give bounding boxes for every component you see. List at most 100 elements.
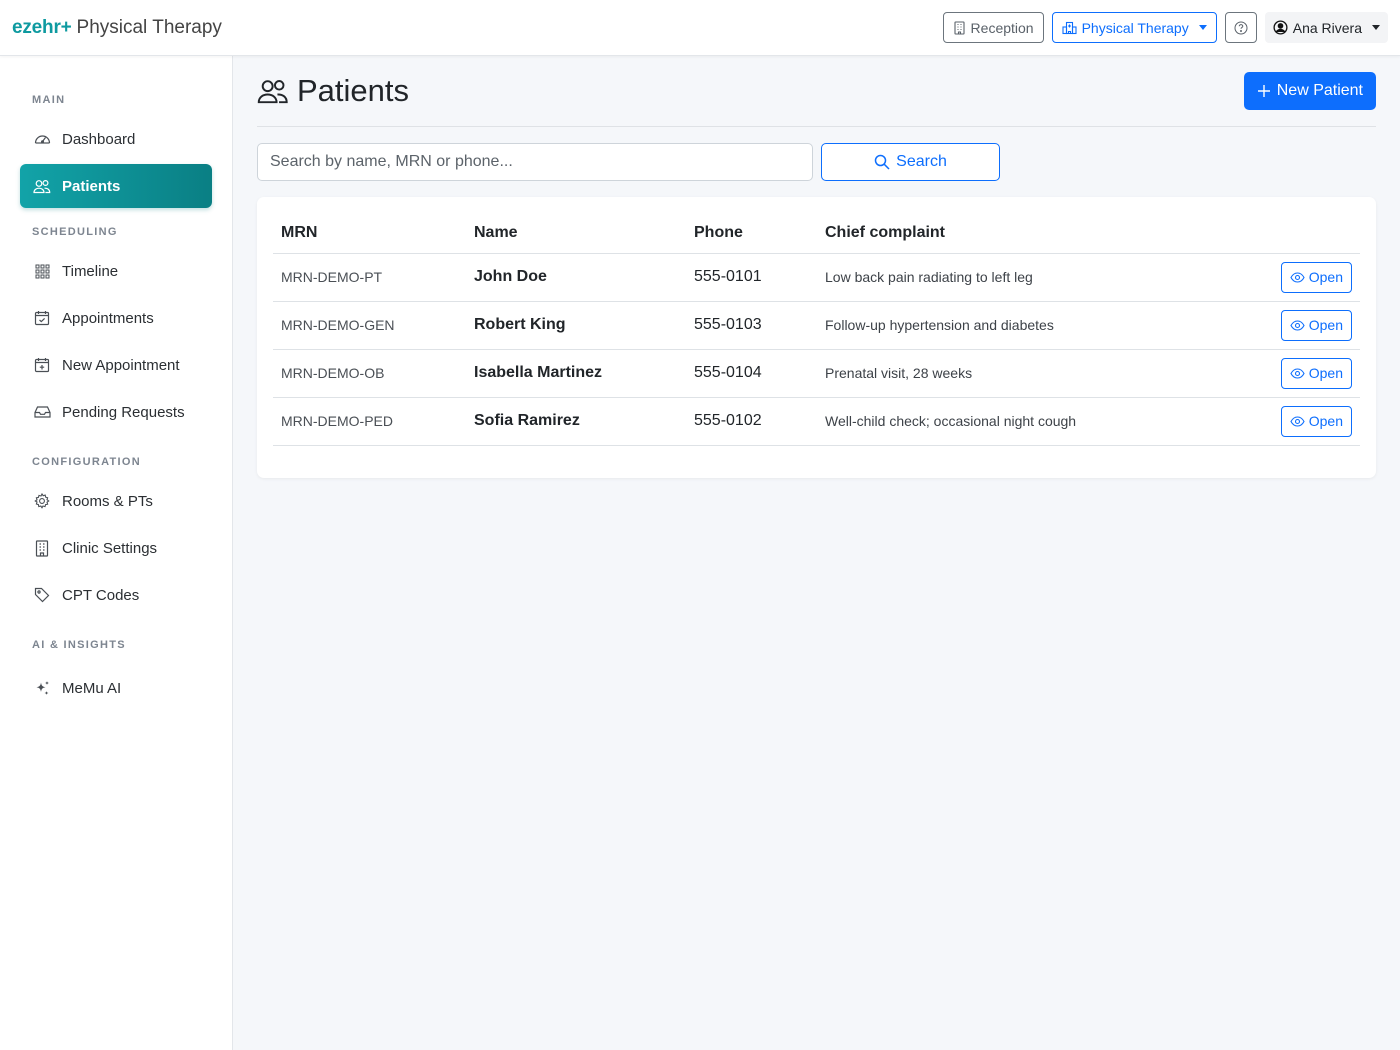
cell-mrn: MRN-DEMO-OB <box>273 349 466 398</box>
eye-icon <box>1290 319 1305 331</box>
sidebar-item-label: Timeline <box>62 262 119 280</box>
eye-icon <box>1290 271 1305 283</box>
open-patient-button[interactable]: Open <box>1280 261 1352 293</box>
cell-mrn: MRN-DEMO-PT <box>273 253 466 302</box>
table-row: MRN-DEMO-PED Sofia Ramirez 555-0102 Well… <box>273 397 1360 446</box>
patients-card: MRN Name Phone Chief complaint MRN-DEMO-… <box>257 197 1376 478</box>
sidebar-item-label: Clinic Settings <box>62 539 158 557</box>
cell-phone: 555-0102 <box>686 397 817 446</box>
column-header-phone: Phone <box>686 213 817 254</box>
cell-mrn: MRN-DEMO-PED <box>273 397 466 446</box>
reception-label: Reception <box>970 19 1034 36</box>
hospital-icon <box>1062 21 1077 34</box>
sidebar-item-cpt-codes[interactable]: CPT Codes <box>20 573 212 617</box>
clinic-dropdown[interactable]: Physical Therapy <box>1051 12 1217 43</box>
top-actions: Reception Physical Therapy Ana Rivera <box>942 12 1388 43</box>
table-row: MRN-DEMO-GEN Robert King 555-0103 Follow… <box>273 301 1360 350</box>
tag-icon <box>33 586 51 604</box>
cell-name: Isabella Martinez <box>466 349 686 398</box>
sidebar-item-rooms[interactable]: Rooms & PTs <box>20 479 212 523</box>
building-icon <box>953 20 965 35</box>
speedometer-icon <box>33 130 51 148</box>
table-row: MRN-DEMO-PT John Doe 555-0101 Low back p… <box>273 253 1360 302</box>
sidebar-item-appointments[interactable]: Appointments <box>20 296 212 340</box>
people-icon <box>257 79 288 103</box>
search-row: Search <box>257 143 1376 181</box>
sidebar-item-patients[interactable]: Patients <box>20 164 212 208</box>
page-header: Patients New Patient <box>257 56 1376 127</box>
person-circle-icon <box>1273 20 1288 35</box>
open-patient-button[interactable]: Open <box>1280 405 1352 437</box>
sidebar-item-pending-requests[interactable]: Pending Requests <box>20 390 212 434</box>
people-icon <box>33 177 51 195</box>
chevron-down-icon <box>1198 25 1207 30</box>
open-patient-button[interactable]: Open <box>1280 309 1352 341</box>
sidebar-item-timeline[interactable]: Timeline <box>20 249 212 293</box>
cell-chief-complaint: Follow-up hypertension and diabetes <box>817 301 1270 350</box>
calendar-check-icon <box>33 309 51 327</box>
question-circle-icon <box>1234 21 1248 34</box>
brand-logo: ezehr+ <box>12 16 72 38</box>
cell-actions: Open <box>1270 301 1360 350</box>
gear-icon <box>33 492 51 510</box>
cell-chief-complaint: Well-child check; occasional night cough <box>817 397 1270 446</box>
cell-chief-complaint: Low back pain radiating to left leg <box>817 253 1270 302</box>
sidebar: MAIN Dashboard Patients SCHEDULING Timel… <box>0 56 233 1050</box>
table-header-row: MRN Name Phone Chief complaint <box>273 213 1360 254</box>
cell-name: Sofia Ramirez <box>466 397 686 446</box>
chevron-down-icon <box>1372 25 1380 30</box>
sidebar-item-label: Dashboard <box>62 130 136 148</box>
search-input[interactable] <box>257 143 813 181</box>
sparkles-icon <box>33 679 51 697</box>
column-header-name: Name <box>466 213 686 254</box>
grid-icon <box>33 262 51 280</box>
search-button[interactable]: Search <box>821 143 1000 181</box>
sidebar-item-clinic-settings[interactable]: Clinic Settings <box>20 526 212 570</box>
sidebar-section-main: MAIN <box>32 94 66 106</box>
cell-name: Robert King <box>466 301 686 350</box>
main-content: Patients New Patient Search MRN Name Pho… <box>257 56 1376 478</box>
search-button-label: Search <box>896 153 947 170</box>
sidebar-item-label: Patients <box>62 177 121 195</box>
table-row: MRN-DEMO-OB Isabella Martinez 555-0104 P… <box>273 349 1360 398</box>
cell-actions: Open <box>1270 253 1360 302</box>
sidebar-item-new-appointment[interactable]: New Appointment <box>20 343 212 387</box>
cell-phone: 555-0101 <box>686 253 817 302</box>
calendar-plus-icon <box>33 356 51 374</box>
sidebar-section-scheduling: SCHEDULING <box>32 226 118 238</box>
sidebar-section-ai: AI & INSIGHTS <box>32 639 126 651</box>
sidebar-item-memu-ai[interactable]: MeMu AI <box>20 666 212 710</box>
sidebar-item-label: Appointments <box>62 309 154 327</box>
clinic-label: Physical Therapy <box>1081 19 1189 36</box>
user-name: Ana Rivera <box>1292 19 1362 36</box>
brand[interactable]: ezehr+ Physical Therapy <box>12 17 222 39</box>
search-icon <box>874 154 890 170</box>
open-label: Open <box>1308 317 1343 333</box>
cell-actions: Open <box>1270 397 1360 446</box>
help-button[interactable] <box>1224 12 1257 43</box>
sidebar-item-label: Rooms & PTs <box>62 492 153 510</box>
sidebar-section-configuration: CONFIGURATION <box>32 456 141 468</box>
eye-icon <box>1290 415 1305 427</box>
column-header-mrn: MRN <box>273 213 466 254</box>
eye-icon <box>1290 367 1305 379</box>
sidebar-item-dashboard[interactable]: Dashboard <box>20 117 212 161</box>
column-header-actions <box>1270 213 1360 254</box>
column-header-chief-complaint: Chief complaint <box>817 213 1270 254</box>
open-label: Open <box>1308 269 1343 285</box>
open-label: Open <box>1308 413 1343 429</box>
cell-name: John Doe <box>466 253 686 302</box>
reception-button[interactable]: Reception <box>942 12 1044 43</box>
user-menu[interactable]: Ana Rivera <box>1264 12 1388 43</box>
sidebar-item-label: CPT Codes <box>62 586 140 604</box>
patients-table: MRN Name Phone Chief complaint MRN-DEMO-… <box>273 213 1360 446</box>
building-icon <box>33 539 51 557</box>
open-patient-button[interactable]: Open <box>1280 357 1352 389</box>
plus-icon <box>1257 85 1270 97</box>
new-patient-button[interactable]: New Patient <box>1243 72 1376 110</box>
cell-chief-complaint: Prenatal visit, 28 weeks <box>817 349 1270 398</box>
page-title: Patients <box>257 73 409 109</box>
page-title-text: Patients <box>297 73 410 108</box>
sidebar-item-label: MeMu AI <box>62 679 122 697</box>
cell-mrn: MRN-DEMO-GEN <box>273 301 466 350</box>
